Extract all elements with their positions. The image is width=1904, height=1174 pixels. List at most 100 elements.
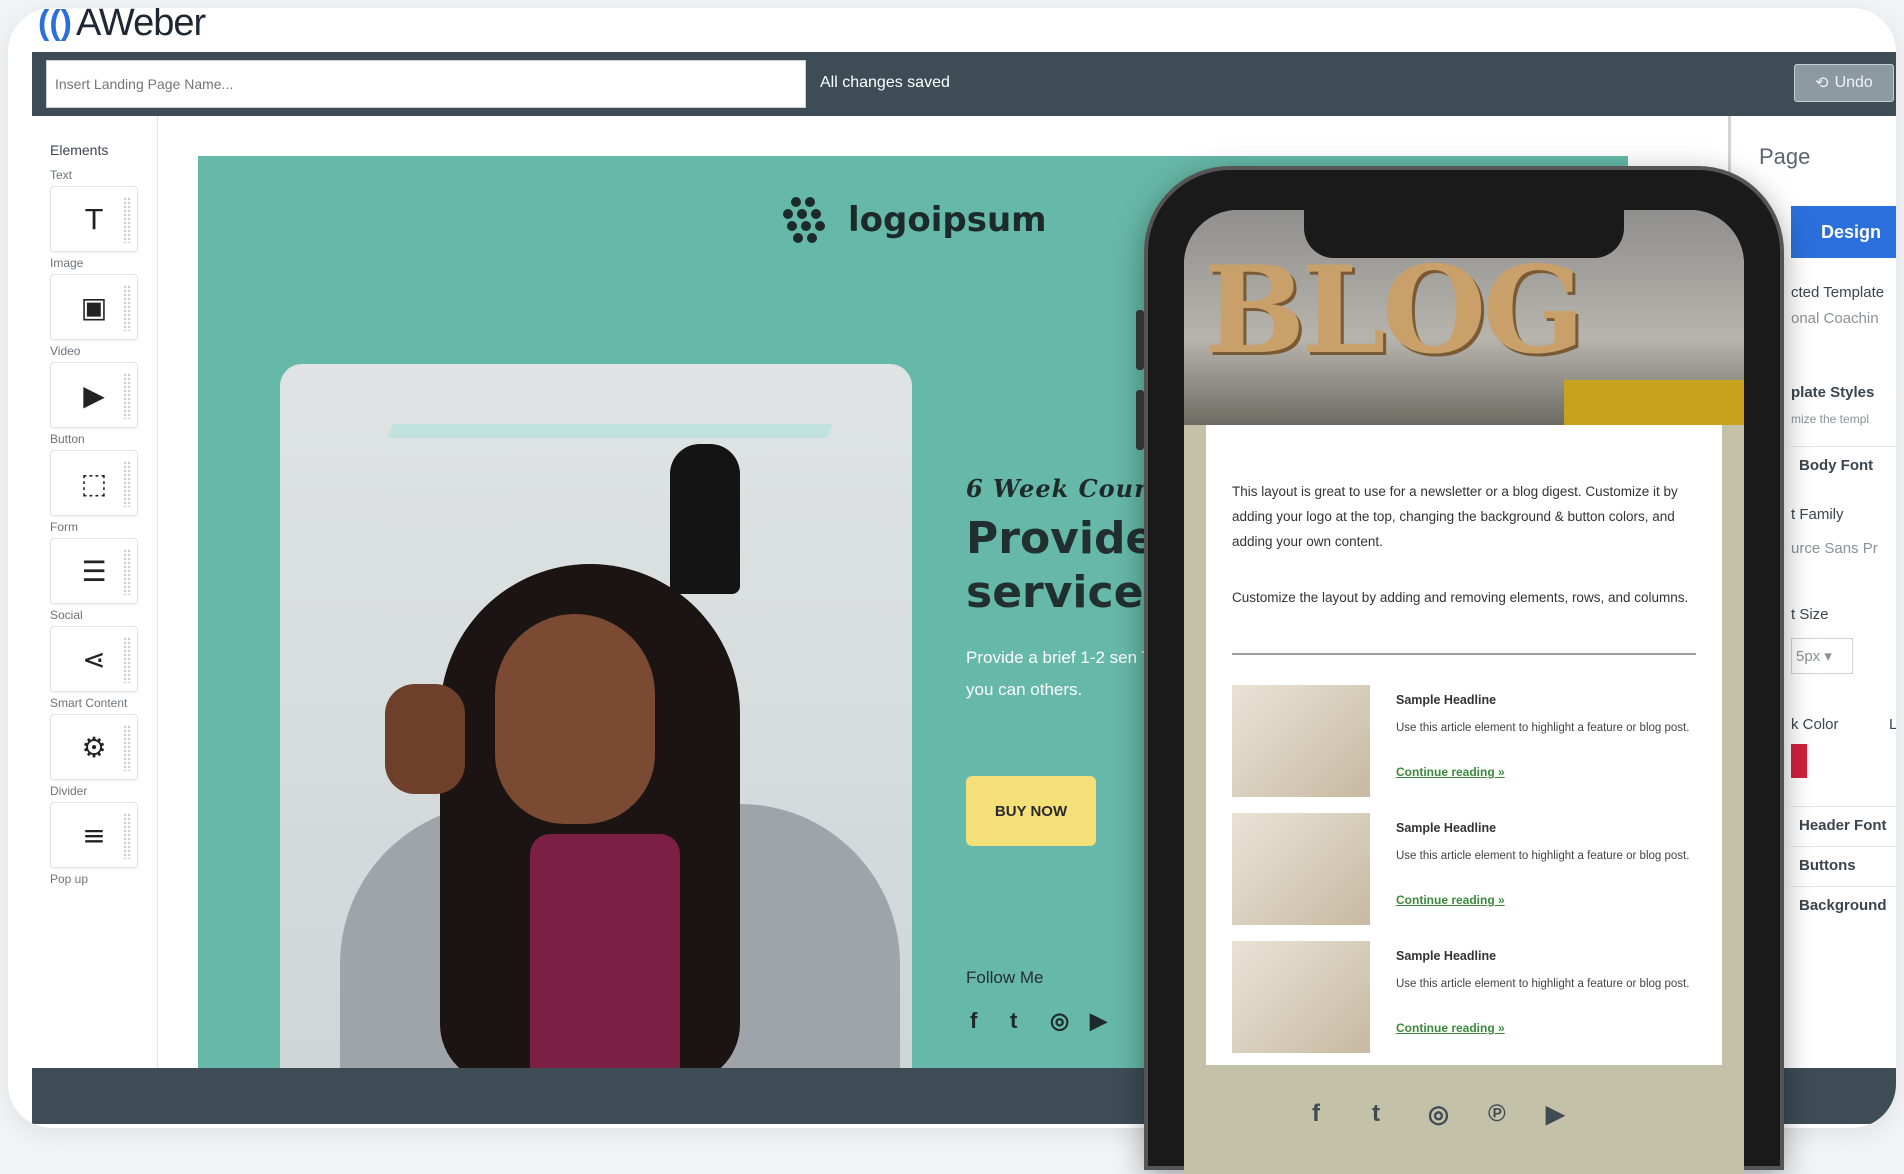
hero-photo[interactable]: [280, 364, 912, 1068]
list-item: Sample Headline Use this article element…: [1232, 685, 1702, 797]
element-social[interactable]: ⋖: [50, 626, 138, 692]
header-font-section[interactable]: Header Font: [1791, 806, 1896, 846]
sofa-decor: [1564, 380, 1744, 425]
element-label-text: Text: [50, 168, 73, 182]
blog-hero-word: BLOG: [1204, 240, 1585, 381]
font-size-select[interactable]: 5px ▾: [1791, 638, 1853, 674]
panel-title: Page: [1759, 144, 1811, 169]
elements-sidebar: Elements Text T Image ▣ Video ▶ Button ⬚…: [32, 116, 158, 1068]
line-height-label: Li: [1889, 716, 1896, 733]
phone-mockup: BLOG This layout is great to use for a n…: [1136, 166, 1784, 1174]
drag-handle[interactable]: [123, 461, 131, 507]
font-size-label: t Size: [1791, 606, 1829, 623]
aweber-logo: (() AWeber: [38, 8, 206, 45]
element-image[interactable]: ▣: [50, 274, 138, 340]
tab-design[interactable]: Design: [1791, 206, 1896, 258]
phone-notch: [1304, 210, 1624, 258]
element-label-divider: Divider: [50, 784, 88, 798]
newsletter-intro-2: Customize the layout by adding and remov…: [1232, 590, 1689, 605]
post-image: [1232, 685, 1370, 797]
element-button[interactable]: ⬚: [50, 450, 138, 516]
drag-handle[interactable]: [123, 725, 131, 771]
post-headline: Sample Headline: [1396, 693, 1497, 707]
element-text[interactable]: T: [50, 186, 138, 252]
phone-button: [1136, 390, 1144, 450]
template-styles-sub: mize the templ: [1791, 412, 1870, 426]
buy-now-button[interactable]: BUY NOW: [966, 776, 1096, 846]
continue-reading-link[interactable]: Continue reading »: [1396, 765, 1505, 779]
landing-logo[interactable]: logoipsum: [778, 194, 1047, 246]
drag-handle[interactable]: [123, 285, 131, 331]
post-headline: Sample Headline: [1396, 821, 1497, 835]
element-label-form: Form: [50, 520, 78, 534]
font-family-label: t Family: [1791, 506, 1844, 523]
continue-reading-link[interactable]: Continue reading »: [1396, 1021, 1505, 1035]
twitter-icon[interactable]: t: [1372, 1100, 1380, 1128]
drag-handle[interactable]: [123, 813, 131, 859]
image-icon: ▣: [80, 290, 108, 324]
facebook-icon[interactable]: f: [970, 1008, 977, 1034]
aweber-mark-icon: ((): [38, 8, 72, 42]
button-icon: ⬚: [80, 466, 108, 500]
element-label-smart-content: Smart Content: [50, 696, 128, 710]
sidebar-title: Elements: [50, 142, 109, 158]
instagram-icon[interactable]: ◎: [1050, 1008, 1069, 1034]
landing-page-name-input[interactable]: [46, 60, 806, 108]
post-text: Use this article element to highlight a …: [1396, 850, 1690, 862]
share-icon: ⋖: [82, 642, 106, 676]
selected-template-name[interactable]: onal Coachin: [1791, 310, 1879, 327]
template-styles-label: plate Styles: [1791, 384, 1875, 401]
instagram-icon[interactable]: ◎: [1428, 1100, 1449, 1129]
post-text: Use this article element to highlight a …: [1396, 978, 1690, 990]
logo-text: logoipsum: [848, 200, 1047, 240]
element-video[interactable]: ▶: [50, 362, 138, 428]
person-shirt: [530, 834, 680, 1068]
element-label-video: Video: [50, 344, 81, 358]
element-label-popup: Pop up: [50, 872, 89, 886]
undo-button[interactable]: ⟲ Undo: [1794, 64, 1894, 102]
undo-icon: ⟲: [1815, 75, 1829, 92]
continue-reading-link[interactable]: Continue reading »: [1396, 893, 1505, 907]
smart-content-icon: ⚙: [81, 730, 107, 764]
facebook-icon[interactable]: f: [1312, 1100, 1320, 1128]
body-font-section[interactable]: Body Font: [1791, 446, 1896, 486]
chevron-down-icon: ▾: [1824, 648, 1832, 665]
youtube-icon[interactable]: ▶: [1090, 1008, 1107, 1034]
font-family-select[interactable]: urce Sans Pr: [1791, 540, 1878, 557]
bottle-decor: [670, 444, 740, 594]
pinterest-icon[interactable]: ℗: [1488, 1100, 1506, 1128]
drag-handle[interactable]: [123, 549, 131, 595]
youtube-icon[interactable]: ▶: [1546, 1100, 1564, 1129]
person-hand: [385, 684, 465, 794]
drag-handle[interactable]: [123, 373, 131, 419]
editor-toolbar: All changes saved ⟲ Undo: [32, 52, 1896, 116]
drag-handle[interactable]: [123, 637, 131, 683]
phone-screen: BLOG This layout is great to use for a n…: [1184, 210, 1744, 1174]
form-icon: ☰: [81, 554, 107, 588]
element-label-button: Button: [50, 432, 85, 446]
list-item: Sample Headline Use this article element…: [1232, 941, 1702, 1053]
text-icon: T: [85, 202, 103, 236]
element-label-social: Social: [50, 608, 83, 622]
phone-button: [1136, 310, 1144, 370]
color-swatch[interactable]: [1791, 744, 1807, 778]
video-icon: ▶: [83, 378, 105, 412]
brand-name: AWeber: [75, 8, 206, 44]
font-size-value: 5px: [1796, 648, 1821, 665]
element-form[interactable]: ☰: [50, 538, 138, 604]
person-face: [495, 614, 655, 824]
save-status: All changes saved: [820, 74, 950, 91]
newsletter-intro: This layout is great to use for a newsle…: [1232, 484, 1678, 549]
drag-handle[interactable]: [123, 197, 131, 243]
list-item: Sample Headline Use this article element…: [1232, 813, 1702, 925]
element-divider[interactable]: ≡: [50, 802, 138, 868]
element-smart-content[interactable]: ⚙: [50, 714, 138, 780]
newsletter-body: This layout is great to use for a newsle…: [1206, 425, 1722, 1065]
selected-template-label: cted Template: [1791, 284, 1885, 301]
buttons-section[interactable]: Buttons: [1791, 846, 1896, 886]
divider: [1232, 653, 1696, 655]
post-image: [1232, 941, 1370, 1053]
twitter-icon[interactable]: t: [1010, 1008, 1017, 1034]
shelf-decor: [387, 424, 833, 438]
background-section[interactable]: Background: [1791, 886, 1896, 926]
